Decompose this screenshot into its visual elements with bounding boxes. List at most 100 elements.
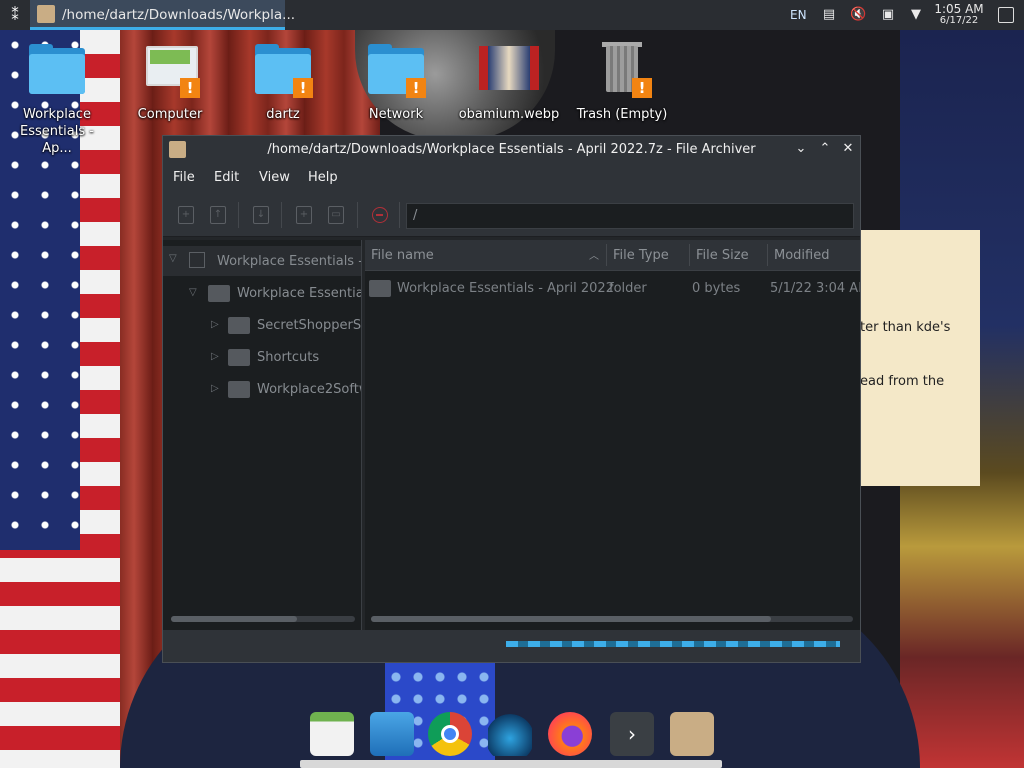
new-archive-icon[interactable]: + <box>178 206 194 224</box>
menu-help[interactable]: Help <box>308 170 338 185</box>
desktop-icon-workplace-folder[interactable]: Workplace Essentials - Ap... <box>5 40 109 157</box>
toolbar-separator <box>238 202 239 228</box>
calendar-icon[interactable] <box>310 712 354 756</box>
clipboard-icon[interactable]: ▤ <box>821 7 837 23</box>
cell-file-type: folder <box>609 281 647 296</box>
firefox-icon[interactable] <box>548 712 592 756</box>
column-header-file-name[interactable]: File name <box>371 248 434 263</box>
status-bar <box>163 630 860 662</box>
open-archive-icon[interactable]: ↑ <box>210 206 226 224</box>
window-title: /home/dartz/Downloads/Workplace Essentia… <box>267 142 756 157</box>
tree-item-folder[interactable]: ▷ Shortcuts <box>163 348 361 372</box>
location-bar[interactable]: / <box>406 203 854 229</box>
desktop-icon-label: Workplace Essentials - Ap... <box>20 107 94 156</box>
dock: › <box>300 700 722 768</box>
terminal-icon[interactable]: › <box>610 712 654 756</box>
column-separator[interactable] <box>689 244 690 266</box>
column-separator[interactable] <box>767 244 768 266</box>
toolbar-separator <box>357 202 358 228</box>
warning-icon: ! <box>632 78 652 98</box>
image-thumbnail-icon <box>479 40 539 100</box>
column-header-file-size[interactable]: File Size <box>696 248 749 263</box>
desktop-icon-label: obamium.webp <box>458 107 560 122</box>
close-icon[interactable]: ✕ <box>840 141 856 157</box>
add-folder-icon[interactable]: ▭ <box>328 206 344 224</box>
folder-icon <box>208 285 230 302</box>
tray-expand-icon[interactable]: ▼ <box>908 7 924 23</box>
computer-icon: ! <box>140 40 200 100</box>
horizontal-scrollbar[interactable] <box>171 616 355 622</box>
menu-view[interactable]: View <box>259 170 290 185</box>
column-separator[interactable] <box>606 244 607 266</box>
column-header-file-type[interactable]: File Type <box>613 248 669 263</box>
table-row[interactable]: Workplace Essentials - April 2022 folder… <box>365 274 860 304</box>
show-desktop-icon[interactable] <box>998 7 1014 23</box>
clock-time: 1:05 AM <box>934 2 984 16</box>
application-launcher-icon[interactable]: ⁑ <box>6 6 24 24</box>
expand-icon[interactable]: ▷ <box>211 351 223 362</box>
column-header-modified[interactable]: Modified <box>774 248 829 263</box>
chrome-icon[interactable] <box>428 712 472 756</box>
window-titlebar[interactable]: /home/dartz/Downloads/Workplace Essentia… <box>163 136 860 164</box>
extract-icon[interactable]: ↓ <box>253 206 269 224</box>
tree-item-label: Workplace2Softw <box>257 382 362 397</box>
folder-icon <box>228 381 250 398</box>
menu-bar: File Edit View Help <box>163 164 860 192</box>
horizontal-scrollbar[interactable] <box>371 616 853 622</box>
cell-modified: 5/1/22 3:04 AM <box>770 281 860 296</box>
folder-icon <box>228 349 250 366</box>
desktop-icon-network[interactable]: ! Network <box>344 40 448 123</box>
tree-item-folder[interactable]: ▷ SecretShopperSe <box>163 316 361 340</box>
desktop-icon-trash[interactable]: ! Trash (Empty) <box>570 40 674 123</box>
dock-shelf <box>300 760 722 768</box>
keyboard-layout-indicator[interactable]: EN <box>790 0 807 30</box>
tree-root-label: Workplace Essentials - A <box>217 254 362 269</box>
archive-file-icon <box>189 252 205 268</box>
collapse-icon[interactable]: ▽ <box>189 287 201 298</box>
digital-clock[interactable]: 1:05 AM 6/17/22 <box>930 3 988 27</box>
taskbar-item-file-archiver[interactable]: /home/dartz/Downloads/Workpla... <box>30 0 295 30</box>
scrollbar-thumb[interactable] <box>171 616 297 622</box>
browser-icon[interactable] <box>488 712 532 756</box>
desktop-note[interactable]: ter than kde's ead from the <box>840 230 980 486</box>
archiver-icon[interactable] <box>670 712 714 756</box>
collapse-icon[interactable]: ▽ <box>169 253 181 264</box>
network-folder-icon: ! <box>366 40 426 100</box>
minimize-icon[interactable]: ⌄ <box>793 141 809 157</box>
folder-tree-pane[interactable]: ▽ Workplace Essentials - A ▽ Workplace E… <box>163 240 362 630</box>
stop-icon[interactable] <box>372 207 388 223</box>
tree-item-folder[interactable]: ▷ Workplace2Softw <box>163 380 361 404</box>
toolbar-separator <box>399 202 400 228</box>
file-list-pane[interactable]: File name ︿ File Type File Size Modified… <box>365 240 860 630</box>
maximize-icon[interactable]: ⌃ <box>817 141 833 157</box>
tree-root-row[interactable]: ▽ Workplace Essentials - A <box>163 246 361 276</box>
note-line-2: ead from the <box>860 374 945 389</box>
folder-icon <box>228 317 250 334</box>
desktop-icon-home[interactable]: ! dartz <box>231 40 335 123</box>
menu-edit[interactable]: Edit <box>214 170 239 185</box>
file-archiver-window: /home/dartz/Downloads/Workplace Essentia… <box>162 135 861 663</box>
folder-icon <box>27 40 87 100</box>
tree-item-folder[interactable]: ▽ Workplace Essentials <box>163 284 361 308</box>
file-list-header: File name ︿ File Type File Size Modified <box>365 240 860 271</box>
desktop-icon-label: Network <box>368 107 424 122</box>
top-panel: ⁑ /home/dartz/Downloads/Workpla... EN ▤ … <box>0 0 1024 30</box>
desktop-icon-label: Trash (Empty) <box>576 107 668 122</box>
scrollbar-thumb[interactable] <box>371 616 771 622</box>
desktop-icon-image-file[interactable]: obamium.webp <box>457 40 561 123</box>
expand-icon[interactable]: ▷ <box>211 383 223 394</box>
cell-file-name: Workplace Essentials - April 2022 <box>397 281 614 296</box>
menu-file[interactable]: File <box>173 170 195 185</box>
volume-muted-icon[interactable]: 🔇 <box>850 7 866 23</box>
mail-icon[interactable] <box>370 712 414 756</box>
note-line-1: ter than kde's <box>860 320 951 335</box>
add-files-icon[interactable]: + <box>296 206 312 224</box>
sort-ascending-icon[interactable]: ︿ <box>589 247 599 262</box>
desktop-icon-computer[interactable]: ! Computer <box>118 40 222 123</box>
busy-progress-indicator <box>506 641 840 647</box>
network-icon[interactable]: ▣ <box>880 7 896 23</box>
trash-icon: ! <box>592 40 652 100</box>
archiver-icon <box>37 5 55 23</box>
warning-icon: ! <box>406 78 426 98</box>
expand-icon[interactable]: ▷ <box>211 319 223 330</box>
